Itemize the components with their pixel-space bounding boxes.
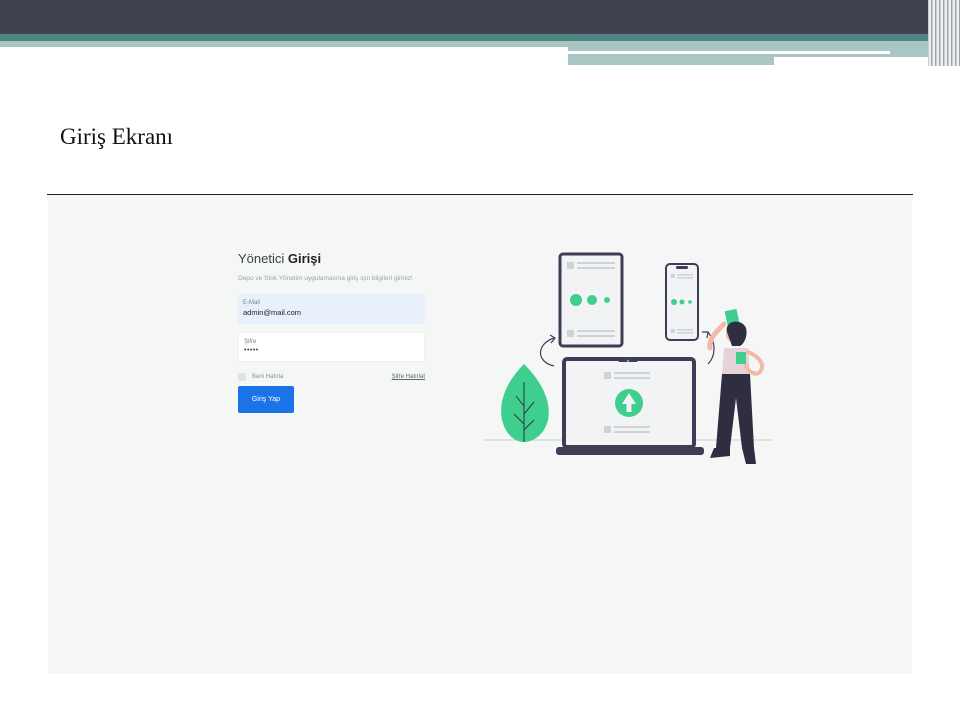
light-teal-stripe-right-lower bbox=[568, 57, 774, 65]
white-accent-line bbox=[568, 51, 890, 54]
woman-figure-icon bbox=[707, 308, 765, 464]
slide-title: Giriş Ekranı bbox=[60, 124, 174, 149]
password-label: Şifre bbox=[244, 339, 257, 345]
teal-stripe bbox=[0, 34, 930, 41]
corner-texture bbox=[928, 0, 960, 66]
plant-icon bbox=[501, 364, 549, 442]
login-screenshot: Yönetici Girişi Depo ve Stok Yönetim uyg… bbox=[48, 195, 912, 674]
password-field[interactable]: Şifre ••••• bbox=[238, 332, 425, 362]
remember-label[interactable]: Beni Hatırla bbox=[252, 374, 283, 380]
phone-icon bbox=[665, 263, 699, 341]
top-decorative-bar bbox=[0, 0, 960, 34]
login-title: Yönetici Girişi bbox=[238, 251, 425, 266]
login-title-strong: Girişi bbox=[287, 251, 322, 266]
laptop-icon bbox=[556, 357, 704, 455]
login-title-prefix: Yönetici bbox=[238, 251, 285, 266]
remember-row: Beni Hatırla Şifre Hatırlat bbox=[238, 372, 425, 382]
woman-with-devices-illustration bbox=[484, 252, 772, 464]
remember-checkbox[interactable] bbox=[238, 373, 246, 381]
login-button[interactable]: Giriş Yap bbox=[238, 386, 294, 413]
login-description: Depo ve Stok Yönetim uygulamasına giriş … bbox=[238, 275, 413, 282]
email-input[interactable] bbox=[243, 308, 413, 317]
password-input[interactable]: ••••• bbox=[244, 347, 414, 354]
login-form: Yönetici Girişi Depo ve Stok Yönetim uyg… bbox=[238, 251, 425, 413]
white-accent-line-lower bbox=[774, 62, 934, 65]
email-field[interactable]: E-Mail bbox=[238, 294, 425, 324]
forgot-password-link[interactable]: Şifre Hatırlat bbox=[392, 374, 425, 380]
email-label: E-Mail bbox=[243, 300, 261, 306]
tablet-icon bbox=[558, 252, 624, 348]
